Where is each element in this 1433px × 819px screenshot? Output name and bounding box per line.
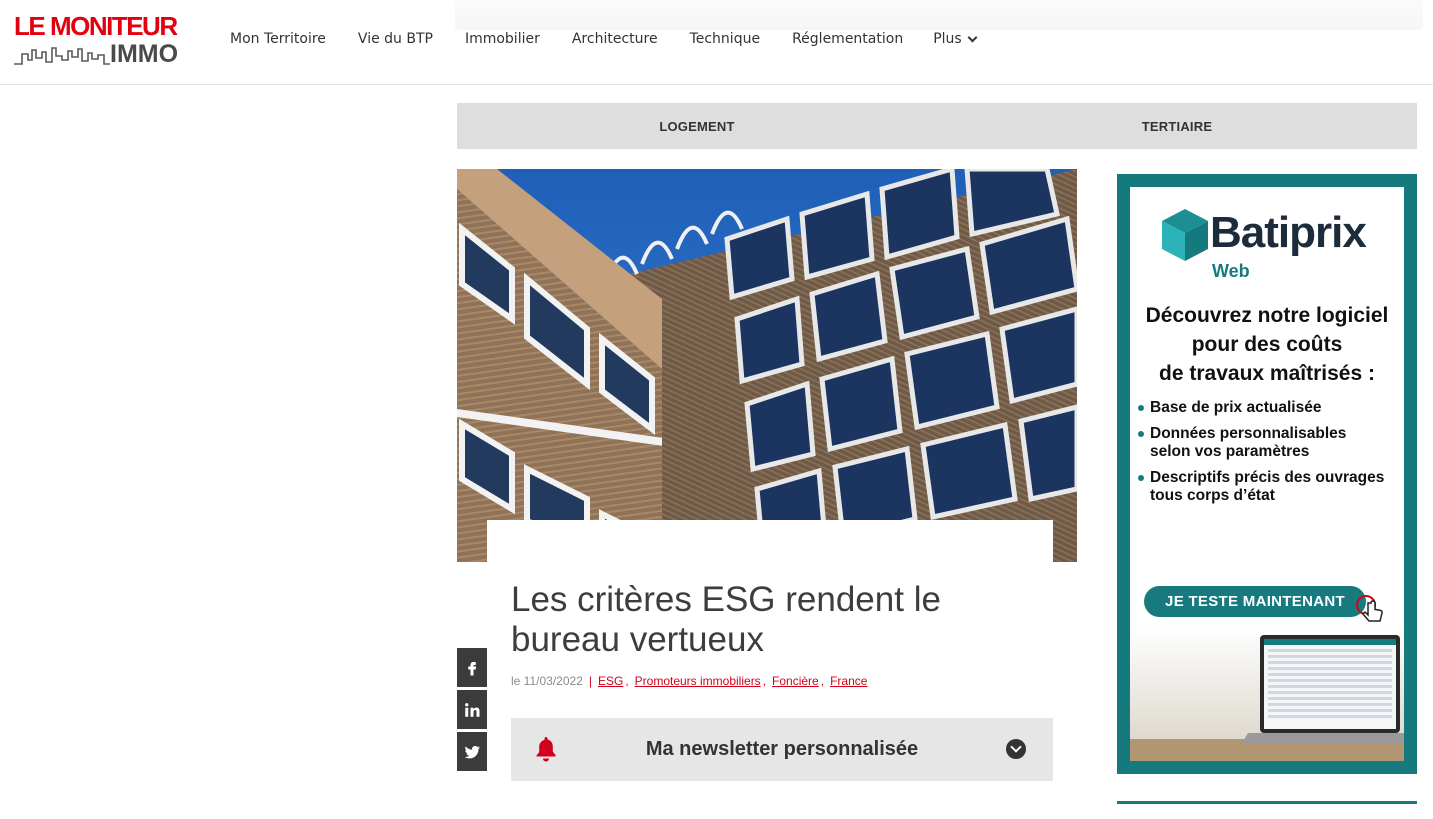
nav-item-technique[interactable]: Technique	[690, 31, 761, 47]
meta-separator: |	[588, 674, 592, 688]
batiprix-cube-icon	[1162, 209, 1208, 261]
facebook-icon[interactable]	[457, 648, 487, 687]
ad-bullets: Base de prix actualisée Données personna…	[1136, 399, 1398, 513]
sidebar-ad[interactable]: Batiprix Web Découvrez notre logiciel po…	[1117, 174, 1417, 774]
ad-content: Batiprix Web Découvrez notre logiciel po…	[1130, 187, 1404, 761]
article-hero-image	[457, 169, 1077, 562]
nav-item-vie-du-btp[interactable]: Vie du BTP	[358, 31, 433, 47]
nav-item-immobilier[interactable]: Immobilier	[465, 31, 540, 47]
linkedin-icon[interactable]	[457, 690, 487, 729]
newsletter-label: Ma newsletter personnalisée	[645, 738, 919, 760]
logo-line1: LE MONITEUR	[14, 11, 178, 41]
tab-tertiaire[interactable]: TERTIAIRE	[937, 103, 1417, 149]
nav-more-label: Plus	[933, 31, 962, 47]
hero-caption-card	[487, 520, 1053, 565]
article-date: le 11/03/2022	[511, 674, 583, 688]
article-meta: le 11/03/2022 | ESG, Promoteurs immobili…	[511, 674, 868, 688]
ad-headline-line: Découvrez notre logiciel	[1145, 304, 1389, 327]
tag-link[interactable]: Foncière	[772, 674, 819, 688]
main-nav: Mon Territoire Vie du BTP Immobilier Arc…	[214, 28, 992, 50]
logo-line2: IMMO	[110, 40, 179, 68]
category-tabs: LOGEMENT TERTIAIRE	[457, 103, 1417, 149]
laptop-illustration	[1130, 627, 1404, 761]
ad-bullet: Base de prix actualisée	[1136, 399, 1398, 417]
nav-item-territoire[interactable]: Mon Territoire	[230, 31, 326, 47]
ad-headline-line: de travaux maîtrisés :	[1159, 362, 1375, 385]
ad-brand: Batiprix	[1210, 208, 1367, 257]
tab-logement[interactable]: LOGEMENT	[457, 103, 937, 149]
nav-item-architecture[interactable]: Architecture	[572, 31, 658, 47]
tag-link[interactable]: France	[830, 674, 867, 688]
pointer-hand-icon	[1356, 595, 1383, 622]
ad-bullet: Données personnalisables selon vos paramè…	[1136, 425, 1398, 461]
chevron-down-circle-icon[interactable]	[1006, 739, 1026, 759]
site-logo[interactable]: LE MONITEUR IMMO	[14, 12, 189, 70]
ad-bullet: Descriptifs précis des ouvrages tous corp…	[1136, 469, 1398, 505]
sidebar-divider	[1117, 801, 1417, 804]
ad-brand-sub: Web	[1212, 261, 1250, 281]
nav-item-reglementation[interactable]: Réglementation	[792, 31, 903, 47]
twitter-icon[interactable]	[457, 732, 487, 771]
ad-cta-button[interactable]: JE TESTE MAINTENANT	[1144, 586, 1366, 617]
social-share-bar	[457, 648, 487, 774]
newsletter-toggle[interactable]: Ma newsletter personnalisée	[511, 718, 1053, 781]
tag-link[interactable]: ESG	[598, 674, 623, 688]
top-ad-placeholder	[455, 0, 1423, 30]
tag-link[interactable]: Promoteurs immobiliers	[635, 674, 761, 688]
site-header: LE MONITEUR IMMO Mon Territoire Vie du B…	[0, 0, 1433, 85]
nav-more-button[interactable]: Plus	[933, 31, 978, 47]
ad-headline: Découvrez notre logiciel pour des coûts …	[1130, 301, 1404, 388]
ad-headline-line: pour des coûts	[1191, 333, 1343, 356]
chevron-down-icon	[967, 32, 978, 42]
skyline-icon	[14, 47, 110, 65]
article-title: Les critères ESG rendent le bureau vertu…	[511, 580, 941, 659]
